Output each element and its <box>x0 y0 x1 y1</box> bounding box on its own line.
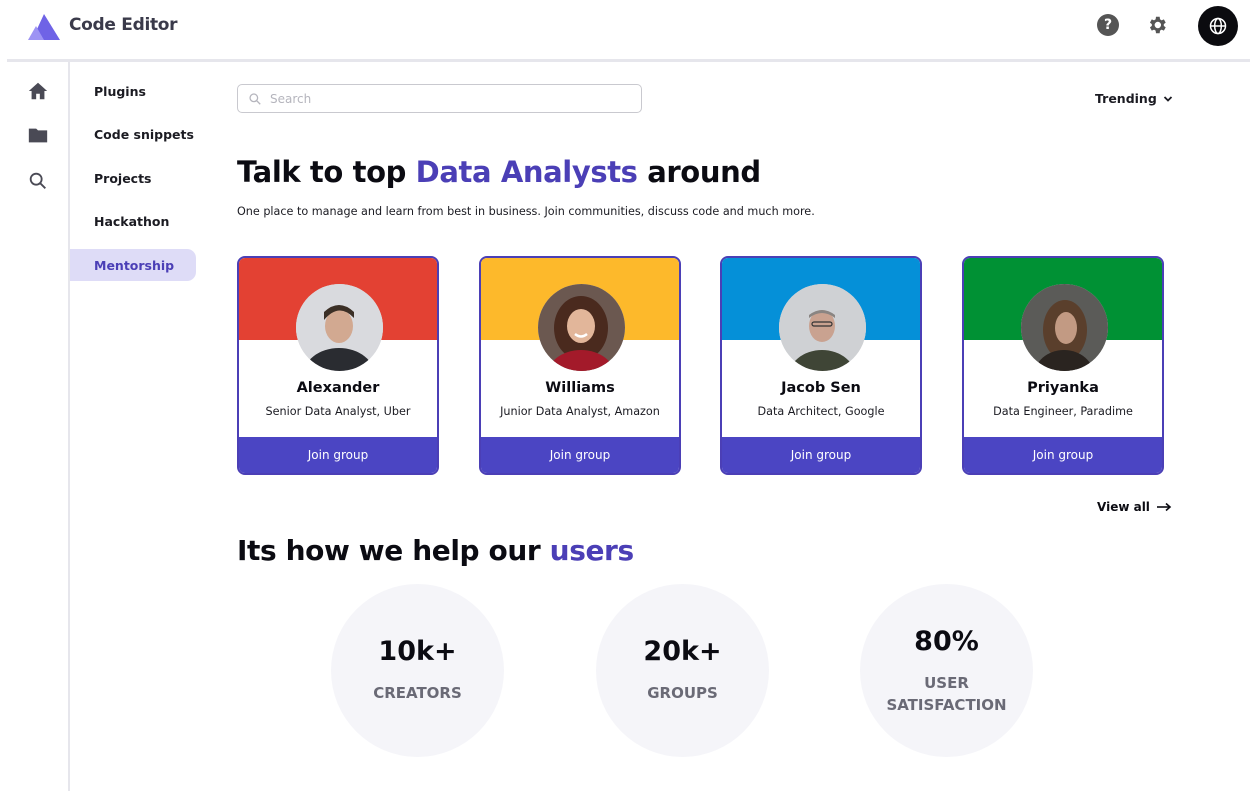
join-group-button[interactable]: Join group <box>239 437 437 473</box>
stat-label: GROUPS <box>647 684 718 702</box>
chevron-down-icon <box>1163 95 1172 102</box>
language-button[interactable] <box>1198 6 1238 46</box>
stats-title-pre: Its how we help our <box>237 534 550 567</box>
title-pre: Talk to top <box>237 155 416 189</box>
mentor-name: Priyanka <box>1027 380 1099 396</box>
mentor-card-jacob-sen: Jacob Sen Data Architect, Google Join gr… <box>720 256 922 475</box>
title-accent: Data Analysts <box>415 155 638 189</box>
sidebar-item-projects[interactable]: Projects <box>70 162 196 194</box>
mentor-card-priyanka: Priyanka Data Engineer, Paradime Join gr… <box>962 256 1164 475</box>
sidebar-item-code-snippets[interactable]: Code snippets <box>70 118 196 150</box>
mentor-name: Jacob Sen <box>781 380 861 396</box>
mentor-role: Data Architect, Google <box>757 405 885 418</box>
mentor-card-alexander: Alexander Senior Data Analyst, Uber Join… <box>237 256 439 475</box>
mentor-name: Williams <box>545 380 615 396</box>
search-icon <box>249 92 261 105</box>
join-group-button[interactable]: Join group <box>722 437 920 473</box>
sidebar-item-hackathon[interactable]: Hackathon <box>70 205 196 237</box>
stats-title: Its how we help our users <box>237 534 634 567</box>
sidebar-item-mentorship[interactable]: Mentorship <box>70 249 196 281</box>
home-icon[interactable] <box>27 80 49 102</box>
stat-user-satisfaction: 80% USER SATISFACTION <box>860 584 1033 757</box>
stats-title-accent: users <box>549 534 634 567</box>
mentor-card-williams: Williams Junior Data Analyst, Amazon Joi… <box>479 256 681 475</box>
stat-value: 20k+ <box>643 636 722 667</box>
header-divider <box>7 59 1250 62</box>
mentor-role: Senior Data Analyst, Uber <box>265 405 411 418</box>
search-input[interactable] <box>270 91 630 106</box>
avatar[interactable] <box>296 284 383 371</box>
stat-groups: 20k+ GROUPS <box>596 584 769 757</box>
mentor-role: Junior Data Analyst, Amazon <box>500 405 660 418</box>
globe-icon <box>1209 17 1227 35</box>
help-icon[interactable]: ? <box>1097 14 1119 36</box>
join-group-button[interactable]: Join group <box>481 437 679 473</box>
mentor-role: Data Engineer, Paradime <box>993 405 1133 418</box>
avatar[interactable] <box>1021 284 1108 371</box>
stat-value: 80% <box>914 626 979 657</box>
arrow-right-icon <box>1156 502 1172 512</box>
stat-label: CREATORS <box>373 684 462 702</box>
page-title: Talk to top Data Analysts around <box>237 155 761 189</box>
sort-label: Trending <box>1095 91 1157 106</box>
page-subtitle: One place to manage and learn from best … <box>237 205 815 218</box>
stat-label-line-2: SATISFACTION <box>886 696 1007 714</box>
app-title: Code Editor <box>69 15 178 35</box>
search-box[interactable] <box>237 84 642 113</box>
avatar[interactable] <box>538 284 625 371</box>
avatar[interactable] <box>779 284 866 371</box>
gear-icon[interactable] <box>1146 14 1168 36</box>
mentor-name: Alexander <box>296 380 380 396</box>
sort-dropdown[interactable]: Trending <box>1095 91 1173 106</box>
view-all-label: View all <box>1097 500 1150 514</box>
folder-icon[interactable] <box>27 124 49 146</box>
stat-label: USER <box>924 674 969 692</box>
view-all-link[interactable]: View all <box>1097 500 1172 514</box>
app-logo-icon[interactable] <box>26 10 64 42</box>
search-icon[interactable] <box>27 170 49 192</box>
stat-value: 10k+ <box>378 636 457 667</box>
top-bar: Code Editor ? <box>0 0 1250 60</box>
join-group-button[interactable]: Join group <box>964 437 1162 473</box>
sidebar-item-plugins[interactable]: Plugins <box>70 75 196 107</box>
stat-creators: 10k+ CREATORS <box>331 584 504 757</box>
title-post: around <box>637 155 761 189</box>
